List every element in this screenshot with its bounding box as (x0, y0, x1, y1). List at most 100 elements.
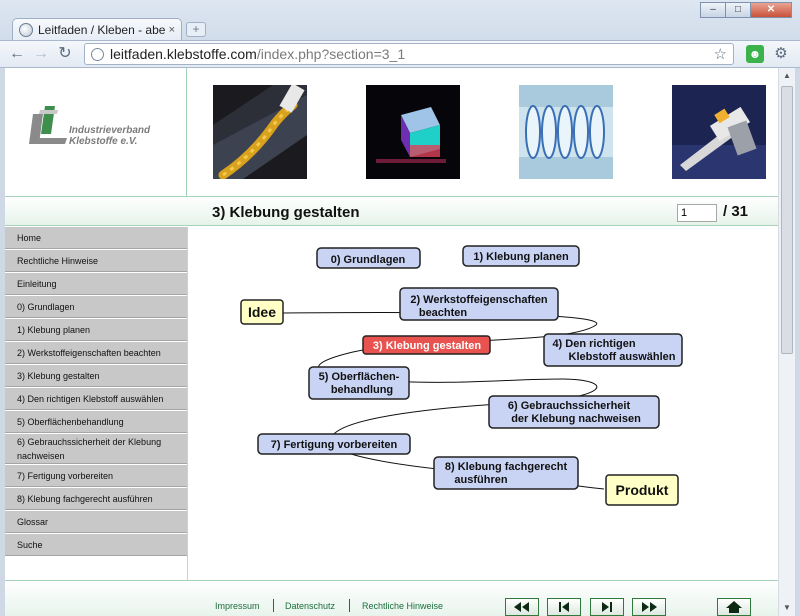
url-path: /index.php?section=3_1 (256, 46, 406, 62)
sidebar-item-glossary[interactable]: Glossar (5, 511, 187, 533)
maximize-icon[interactable]: □ (725, 2, 751, 18)
svg-text:0) Grundlagen: 0) Grundlagen (331, 254, 406, 266)
step-3-design-bonding-active[interactable]: 3) Klebung gestalten (362, 335, 491, 355)
svg-text:Idee: Idee (248, 304, 276, 320)
footer-link-privacy[interactable]: Datenschutz (285, 601, 335, 611)
footer-separator (273, 599, 274, 612)
sidebar-item-surface-treatment[interactable]: 5) Oberflächenbehandlung (5, 411, 187, 433)
step-8-execute-bonding[interactable]: 8) Klebung fachgerecht ausführen (433, 456, 579, 490)
footer-link-legal-notice[interactable]: Rechtliche Hinweise (362, 601, 443, 611)
svg-text:Produkt: Produkt (616, 482, 669, 498)
footer: Impressum Datenschutz Rechtliche Hinweis… (5, 580, 778, 616)
step-5-surface-treatment[interactable]: 5) Oberflächen- behandlung (308, 366, 410, 400)
page-title: 3) Klebung gestalten (212, 204, 360, 221)
svg-text:beachten: beachten (419, 307, 468, 319)
title-bar: 3) Klebung gestalten / 31 (5, 196, 778, 226)
browser-toolbar: ← → ↻ leitfaden.klebstoffe.com/index.php… (0, 40, 800, 68)
svg-text:4) Den richtigen: 4) Den richtigen (552, 338, 635, 350)
new-tab-button[interactable]: + (186, 22, 206, 37)
left-arrow-icon (559, 602, 569, 612)
tab-close-icon[interactable]: × (169, 24, 175, 36)
logo-line1: Industrieverband (69, 125, 151, 136)
page-total: / 31 (723, 203, 749, 220)
sidebar-item-search[interactable]: Suche (5, 534, 187, 556)
back-arrow-icon[interactable]: ← (6, 44, 28, 64)
scrollbar-thumb[interactable] (781, 86, 793, 354)
sidebar-menu: Home Rechtliche Hinweise Einleitung 0) G… (5, 227, 187, 557)
svg-text:1) Klebung planen: 1) Klebung planen (473, 251, 569, 263)
sidebar-item-label: 6) Gebrauchssicherheit der Klebung (17, 437, 162, 447)
process-diagram: Idee Produkt 0) Grundlagen 1) Klebung pl… (240, 245, 683, 506)
forward-arrow-icon[interactable]: → (30, 44, 52, 64)
logo-area[interactable]: Industrieverband Klebstoffe e.V. (5, 68, 187, 196)
double-right-arrow-icon (642, 602, 657, 612)
sidebar-item-material-properties[interactable]: 2) Werkstoffeigenschaften beachten (5, 342, 187, 364)
globe-icon (91, 47, 104, 61)
sidebar-item-execute-bonding[interactable]: 8) Klebung fachgerecht ausführen (5, 488, 187, 510)
step-1-plan-bonding[interactable]: 1) Klebung planen (462, 245, 580, 267)
footer-link-imprint[interactable]: Impressum (215, 601, 260, 611)
page-scrollbar[interactable]: ▲ ▼ (778, 68, 795, 616)
first-page-button[interactable] (505, 598, 539, 616)
step-4-choose-adhesive[interactable]: 4) Den richtigen Klebstoff auswählen (543, 333, 683, 367)
address-bar[interactable]: leitfaden.klebstoffe.com/index.php?secti… (84, 43, 734, 65)
terminal-idea[interactable]: Idee (240, 299, 284, 325)
svg-text:Klebstoff auswählen: Klebstoff auswählen (569, 351, 676, 363)
next-page-button[interactable] (590, 598, 624, 616)
step-2-material-properties[interactable]: 2) Werkstoffeigenschaften beachten (399, 287, 559, 321)
logo-line2: Klebstoffe e.V. (69, 136, 138, 147)
header-photo-glass-cube (366, 85, 460, 179)
header-photo-sealant (213, 85, 307, 179)
previous-page-button[interactable] (547, 598, 581, 616)
step-0-basics[interactable]: 0) Grundlagen (316, 247, 421, 269)
sidebar-item-legal-notice[interactable]: Rechtliche Hinweise (5, 250, 187, 272)
sidebar-item-choose-adhesive[interactable]: 4) Den richtigen Klebstoff auswählen (5, 388, 187, 410)
right-arrow-icon (602, 602, 612, 612)
page-favicon-icon (19, 22, 33, 37)
logo-text: Industrieverband Klebstoffe e.V. (69, 125, 150, 147)
sidebar-item-home[interactable]: Home (5, 227, 187, 249)
ivk-logo-icon (29, 106, 67, 144)
scroll-down-icon[interactable]: ▼ (779, 600, 795, 616)
web-page: Industrieverband Klebstoffe e.V. 3) Kleb… (5, 68, 778, 616)
svg-text:3) Klebung gestalten: 3) Klebung gestalten (373, 340, 481, 352)
sidebar-item-label-line2: nachweisen (17, 451, 65, 461)
step-6-service-safety[interactable]: 6) Gebrauchssicherheit der Klebung nachw… (488, 395, 660, 429)
page-number-input[interactable] (677, 204, 717, 222)
bookmark-star-icon[interactable]: ☆ (714, 45, 727, 63)
svg-text:6) Gebrauchssicherheit: 6) Gebrauchssicherheit (508, 400, 631, 412)
browser-tab[interactable]: Leitfaden / Kleben - aber × (12, 18, 182, 40)
last-page-button[interactable] (632, 598, 666, 616)
window-close-icon[interactable]: ✕ (750, 2, 792, 18)
svg-text:behandlung: behandlung (331, 384, 393, 396)
svg-text:5) Oberflächen-: 5) Oberflächen- (319, 371, 400, 383)
footer-separator (349, 599, 350, 612)
tab-title: Leitfaden / Kleben - aber (38, 22, 165, 37)
step-7-prepare-production[interactable]: 7) Fertigung vorbereiten (257, 433, 411, 455)
terminal-product[interactable]: Produkt (605, 474, 679, 506)
extension-icon[interactable]: ☻ (746, 45, 764, 63)
window-controls: – □ ✕ (700, 2, 792, 18)
sidebar-item-design-bonding[interactable]: 3) Klebung gestalten (5, 365, 187, 387)
svg-text:ausführen: ausführen (454, 474, 507, 486)
svg-text:der Klebung nachweisen: der Klebung nachweisen (511, 413, 641, 425)
scroll-up-icon[interactable]: ▲ (779, 68, 795, 84)
svg-text:8) Klebung fachgerecht: 8) Klebung fachgerecht (445, 461, 568, 473)
sidebar-item-introduction[interactable]: Einleitung (5, 273, 187, 295)
header-photo-stretching-adhesive (519, 85, 613, 179)
svg-text:2) Werkstoffeigenschaften: 2) Werkstoffeigenschaften (410, 294, 548, 306)
window-frame-edge (795, 68, 800, 616)
reload-icon[interactable]: ↻ (54, 44, 76, 64)
minimize-icon[interactable]: – (700, 2, 726, 18)
home-icon (726, 601, 742, 613)
sidebar-item-service-safety[interactable]: 6) Gebrauchssicherheit der Klebung nachw… (5, 434, 187, 464)
home-button[interactable] (717, 598, 751, 616)
header-photo-dispenser-gun (672, 85, 766, 179)
wrench-icon[interactable]: ⚙ (772, 45, 790, 63)
svg-text:7) Fertigung vorbereiten: 7) Fertigung vorbereiten (271, 439, 398, 451)
sidebar-item-prepare-production[interactable]: 7) Fertigung vorbereiten (5, 465, 187, 487)
sidebar-item-plan-bonding[interactable]: 1) Klebung planen (5, 319, 187, 341)
double-left-arrow-icon (514, 602, 529, 612)
sidebar-item-basics[interactable]: 0) Grundlagen (5, 296, 187, 318)
browser-chrome: Leitfaden / Kleben - aber × + – □ ✕ ← → … (0, 0, 800, 68)
